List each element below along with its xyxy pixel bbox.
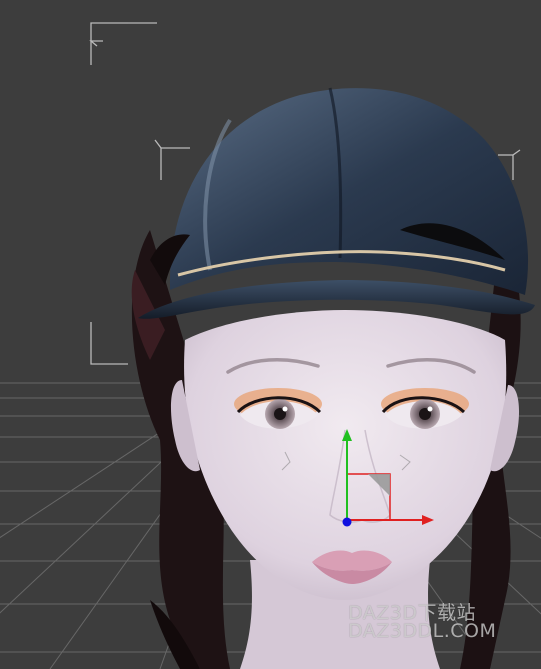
- baseball-cap: [138, 87, 535, 319]
- z-axis-handle[interactable]: [342, 517, 352, 527]
- viewport-canvas[interactable]: [0, 0, 541, 669]
- 3d-viewport[interactable]: DAZ3D下载站 DAZ3DDL.COM: [0, 0, 541, 669]
